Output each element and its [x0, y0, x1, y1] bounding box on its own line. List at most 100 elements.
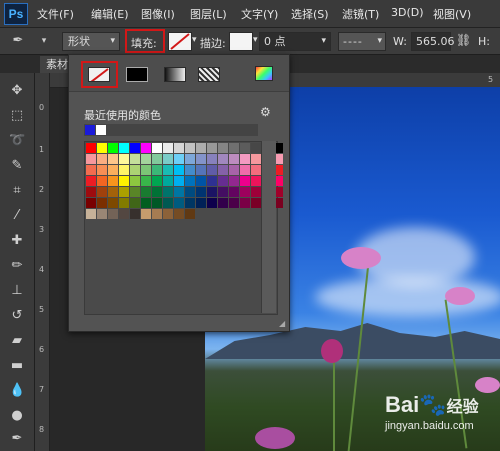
color-swatch[interactable]: [97, 176, 107, 186]
color-swatch[interactable]: [130, 165, 140, 175]
lasso-tool-icon[interactable]: ➰: [9, 133, 25, 149]
color-swatch[interactable]: [196, 187, 206, 197]
color-swatch[interactable]: [174, 209, 184, 219]
menu-filter[interactable]: 滤镜(T): [342, 6, 379, 22]
color-swatch[interactable]: [108, 154, 118, 164]
color-swatch[interactable]: [141, 154, 151, 164]
menu-image[interactable]: 图像(I): [141, 6, 175, 22]
chevron-down-icon[interactable]: ▾: [192, 35, 197, 45]
color-swatch[interactable]: [152, 209, 162, 219]
link-icon[interactable]: ⛓: [456, 33, 471, 47]
color-swatch[interactable]: [218, 143, 228, 153]
stroke-type-select[interactable]: ---- ▾: [338, 32, 386, 51]
color-swatch[interactable]: [141, 187, 151, 197]
swatch-scrollbar[interactable]: [261, 141, 276, 313]
color-swatch[interactable]: [163, 154, 173, 164]
color-swatch[interactable]: [251, 143, 261, 153]
color-swatch[interactable]: [119, 187, 129, 197]
color-picker-icon[interactable]: [255, 66, 273, 81]
color-swatch[interactable]: [119, 143, 129, 153]
color-swatch[interactable]: [97, 198, 107, 208]
color-swatch[interactable]: [86, 176, 96, 186]
color-swatch[interactable]: [163, 143, 173, 153]
marquee-tool-icon[interactable]: ⬚: [9, 108, 25, 124]
color-swatch[interactable]: [130, 143, 140, 153]
color-swatch[interactable]: [185, 209, 195, 219]
color-swatch[interactable]: [207, 198, 217, 208]
eraser-tool-icon[interactable]: ▰: [9, 333, 25, 349]
color-swatch[interactable]: [229, 187, 239, 197]
color-swatch[interactable]: [185, 165, 195, 175]
pen-tool-preset-icon[interactable]: ✒: [10, 33, 26, 49]
color-swatch[interactable]: [240, 143, 250, 153]
color-swatch[interactable]: [163, 187, 173, 197]
color-swatch[interactable]: [86, 165, 96, 175]
color-swatch[interactable]: [207, 176, 217, 186]
color-swatch[interactable]: [152, 143, 162, 153]
color-swatch[interactable]: [240, 165, 250, 175]
color-swatch[interactable]: [119, 176, 129, 186]
gear-icon[interactable]: ⚙: [260, 105, 271, 119]
brush-tool-icon[interactable]: ✏: [9, 258, 25, 274]
color-swatch[interactable]: [218, 198, 228, 208]
pen-tool-icon[interactable]: ✒: [9, 431, 25, 447]
color-swatch[interactable]: [218, 165, 228, 175]
color-swatch[interactable]: [251, 165, 261, 175]
color-swatch[interactable]: [251, 176, 261, 186]
color-swatch[interactable]: [86, 209, 96, 219]
chevron-down-icon[interactable]: ▾: [36, 33, 52, 49]
color-swatch[interactable]: [152, 198, 162, 208]
color-swatch[interactable]: [174, 187, 184, 197]
menu-select[interactable]: 选择(S): [291, 6, 329, 22]
solid-color-button[interactable]: [126, 67, 148, 82]
color-swatch[interactable]: [163, 176, 173, 186]
color-swatch[interactable]: [174, 143, 184, 153]
color-swatch[interactable]: [108, 165, 118, 175]
color-swatch[interactable]: [174, 154, 184, 164]
color-swatch[interactable]: [185, 198, 195, 208]
color-swatch[interactable]: [196, 198, 206, 208]
color-swatch[interactable]: [130, 187, 140, 197]
color-swatch[interactable]: [218, 176, 228, 186]
color-swatch[interactable]: [97, 187, 107, 197]
color-swatch[interactable]: [97, 154, 107, 164]
healing-brush-tool-icon[interactable]: ✚: [9, 233, 25, 249]
no-color-button[interactable]: [88, 67, 110, 82]
color-swatch[interactable]: [130, 154, 140, 164]
color-swatch[interactable]: [229, 143, 239, 153]
color-swatch[interactable]: [141, 209, 151, 219]
color-swatch[interactable]: [174, 176, 184, 186]
menu-file[interactable]: 文件(F): [37, 6, 74, 22]
color-swatch[interactable]: [152, 187, 162, 197]
color-swatch[interactable]: [207, 165, 217, 175]
color-swatch[interactable]: [163, 165, 173, 175]
color-swatch[interactable]: [196, 176, 206, 186]
color-swatch[interactable]: [141, 143, 151, 153]
color-swatch[interactable]: [141, 176, 151, 186]
menu-type[interactable]: 文字(Y): [241, 6, 278, 22]
fill-color-swatch[interactable]: [168, 32, 192, 51]
pattern-button[interactable]: [198, 67, 220, 82]
history-brush-tool-icon[interactable]: ↺: [9, 308, 25, 324]
color-swatch[interactable]: [207, 187, 217, 197]
color-swatch[interactable]: [218, 154, 228, 164]
menu-layer[interactable]: 图层(L): [190, 6, 227, 22]
stroke-width-field[interactable]: 0 点 ▾: [259, 32, 331, 51]
color-swatch[interactable]: [141, 198, 151, 208]
move-tool-icon[interactable]: ✥: [9, 83, 25, 99]
color-swatch[interactable]: [86, 154, 96, 164]
color-swatch[interactable]: [152, 154, 162, 164]
color-swatch[interactable]: [240, 198, 250, 208]
color-swatch[interactable]: [218, 187, 228, 197]
crop-tool-icon[interactable]: ⌗: [9, 183, 25, 199]
menu-3d[interactable]: 3D(D): [391, 6, 424, 19]
dodge-tool-icon[interactable]: ●: [9, 408, 25, 424]
color-swatch[interactable]: [196, 165, 206, 175]
chevron-down-icon[interactable]: ▾: [253, 35, 258, 45]
color-swatch[interactable]: [108, 187, 118, 197]
color-swatch[interactable]: [196, 143, 206, 153]
quick-select-tool-icon[interactable]: ✎: [9, 158, 25, 174]
color-swatch[interactable]: [86, 187, 96, 197]
color-swatch[interactable]: [163, 198, 173, 208]
color-swatch[interactable]: [130, 209, 140, 219]
